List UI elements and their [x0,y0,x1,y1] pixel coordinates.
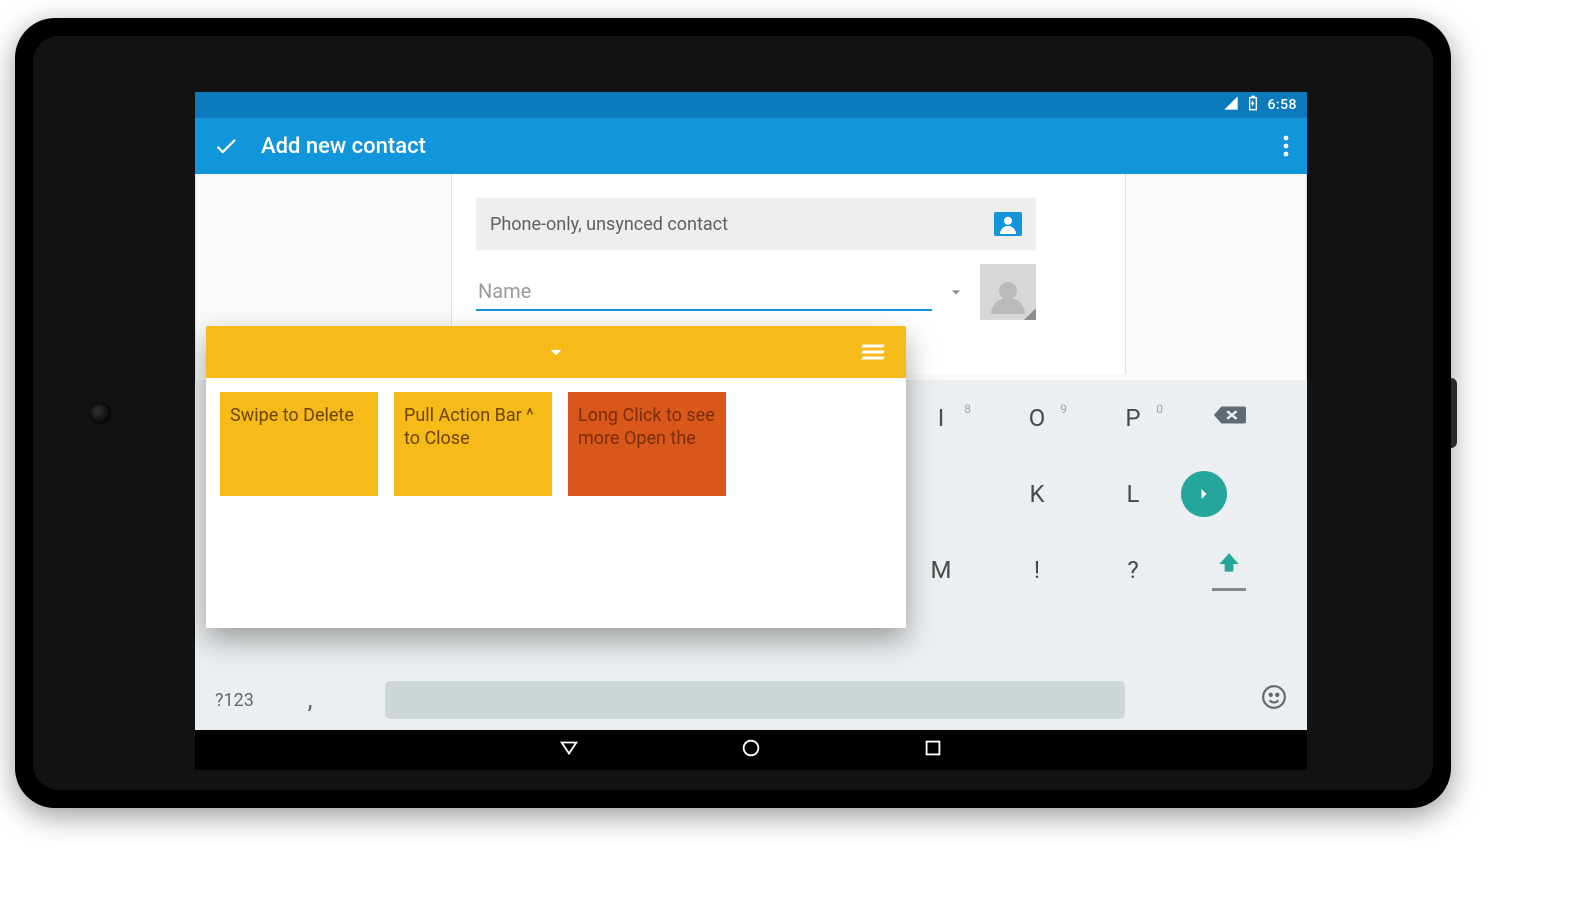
power-button[interactable] [1451,378,1457,448]
keyboard-key-p[interactable]: P0 [1085,404,1181,432]
chevron-down-icon [543,339,569,365]
keyboard-key-?[interactable]: ? [1085,556,1181,584]
contact-photo-picker[interactable] [980,264,1036,320]
cellular-icon [1223,95,1239,115]
front-camera [89,402,111,424]
recents-button[interactable] [922,737,944,763]
notes-overlay-panel[interactable]: Swipe to DeletePull Action Bar ^ to Clos… [206,326,906,628]
back-button[interactable] [558,737,580,763]
home-button[interactable] [740,737,762,763]
drag-handle-icon[interactable] [862,342,884,363]
account-selector[interactable]: Phone-only, unsynced contact [476,198,1036,250]
keyboard-emoji-key[interactable] [1261,684,1287,716]
screen: 6:58 Add new contact Phone-only [195,92,1307,770]
keyboard-enter-key[interactable] [1181,471,1277,517]
app-bar-title: Add new contact [261,134,426,159]
keyboard-shift-key[interactable] [1181,550,1277,591]
system-navigation-bar [195,730,1307,770]
name-input[interactable] [476,273,932,311]
keyboard-backspace-key[interactable] [1181,403,1277,433]
contacts-app-icon [994,212,1022,236]
battery-icon [1245,95,1261,115]
keyboard-key-i[interactable]: I8 [893,404,989,432]
overflow-menu-button[interactable] [1283,135,1289,157]
keyboard-key-o[interactable]: O9 [989,404,1085,432]
status-bar: 6:58 [195,92,1307,118]
save-contact-button[interactable] [213,133,239,159]
sticky-note[interactable]: Pull Action Bar ^ to Close [394,392,552,496]
notes-panel-header[interactable] [206,326,906,378]
keyboard-key-m[interactable]: M [893,556,989,584]
keyboard-comma-key[interactable]: , [295,685,325,715]
keyboard-space-key[interactable] [385,681,1125,719]
keyboard-key-![interactable]: ! [989,556,1085,584]
keyboard-key-k[interactable]: K [989,480,1085,508]
expand-name-fields-icon[interactable] [946,282,966,302]
keyboard-symbols-key[interactable]: ?123 [215,690,275,711]
tablet-frame: 6:58 Add new contact Phone-only [15,18,1451,808]
status-time: 6:58 [1267,97,1297,113]
keyboard-key-l[interactable]: L [1085,480,1181,508]
sticky-note[interactable]: Long Click to see more Open the [568,392,726,496]
app-bar: Add new contact [195,118,1307,174]
sticky-note[interactable]: Swipe to Delete [220,392,378,496]
account-label: Phone-only, unsynced contact [490,214,728,235]
